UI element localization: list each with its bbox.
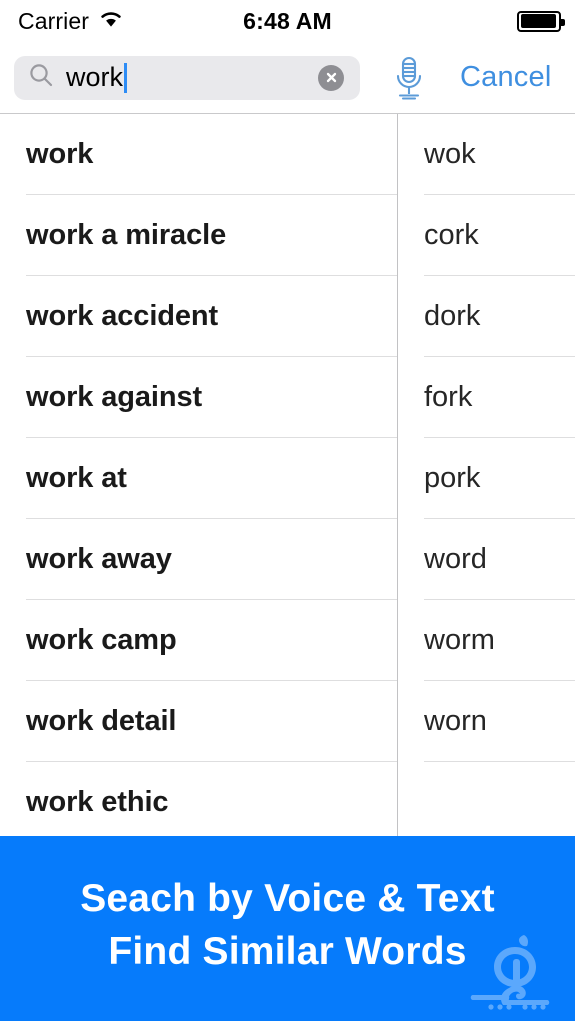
list-item[interactable]: work [0, 114, 397, 195]
search-input-value: work [66, 62, 124, 92]
wifi-icon [98, 9, 124, 33]
suggestion-label: work detail [26, 705, 177, 737]
similar-word-label: worn [424, 705, 487, 737]
list-item[interactable]: fork [398, 357, 575, 438]
promo-banner[interactable]: Seach by Voice & Text Find Similar Words [0, 836, 575, 1021]
similar-word-label: wok [424, 138, 476, 170]
similar-word-label: fork [424, 381, 473, 413]
suggestion-label: work at [26, 462, 127, 494]
list-item[interactable]: work away [0, 519, 397, 600]
suggestion-label: work against [26, 381, 203, 413]
search-results: work work a miracle work accident work agai… [0, 113, 575, 836]
list-item[interactable]: cork [398, 195, 575, 276]
sibapp-logo-watermark [469, 931, 561, 1013]
list-item[interactable]: work detail [0, 681, 397, 762]
list-item[interactable]: worm [398, 600, 575, 681]
similar-words-column[interactable]: wok cork dork fork pork word worm worn [398, 114, 575, 836]
promo-banner-line-2: Find Similar Words [108, 929, 467, 973]
suggestion-label: work ethic [26, 786, 169, 818]
clock-label: 6:48 AM [243, 7, 332, 34]
similar-word-label: dork [424, 300, 481, 332]
search-bar: work Cancel [0, 42, 575, 113]
status-bar-right [517, 10, 565, 32]
suggestion-label: work a miracle [26, 219, 227, 251]
similar-word-label: worm [424, 624, 495, 656]
list-item[interactable]: work ethic [0, 762, 397, 836]
status-bar-left: Carrier [18, 9, 124, 33]
list-item[interactable]: dork [398, 276, 575, 357]
search-input-value-wrap: work [66, 56, 348, 100]
list-item[interactable]: work camp [0, 600, 397, 681]
suggestion-label: work accident [26, 300, 219, 332]
list-item[interactable]: work accident [0, 276, 397, 357]
status-bar: Carrier 6:48 AM [0, 0, 575, 42]
clear-icon[interactable] [318, 64, 344, 91]
suggestions-column[interactable]: work work a miracle work accident work agai… [0, 114, 397, 836]
list-item[interactable]: work a miracle [0, 195, 397, 276]
list-item[interactable]: work against [0, 357, 397, 438]
list-item[interactable]: word [398, 519, 575, 600]
list-item[interactable]: work at [0, 438, 397, 519]
suggestion-label: work away [26, 543, 172, 575]
similar-word-label: pork [424, 462, 481, 494]
text-cursor [124, 62, 128, 93]
suggestion-label: work camp [26, 624, 177, 656]
similar-word-label: word [424, 543, 487, 575]
list-item[interactable]: wok [398, 114, 575, 195]
suggestion-label: work [26, 138, 94, 170]
search-input[interactable]: work [14, 55, 360, 100]
cancel-button[interactable]: Cancel [460, 61, 551, 94]
list-item[interactable]: worn [398, 681, 575, 762]
search-icon [28, 62, 54, 93]
carrier-label: Carrier [18, 7, 89, 34]
battery-icon [517, 10, 565, 32]
similar-word-label: cork [424, 219, 479, 251]
microphone-icon[interactable] [392, 55, 426, 101]
promo-banner-line-1: Seach by Voice & Text [80, 877, 495, 921]
list-item[interactable]: pork [398, 438, 575, 519]
